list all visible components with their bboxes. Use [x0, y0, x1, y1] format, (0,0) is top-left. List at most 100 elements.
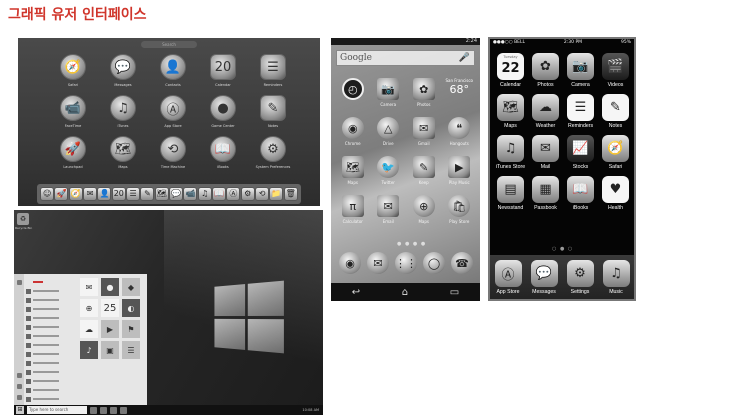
map-icon[interactable]: 🗺 [497, 94, 524, 121]
recycle-bin-icon[interactable]: ♻ [17, 213, 29, 225]
start-list-item[interactable] [26, 305, 80, 313]
dock-app-icon[interactable]: Ⓐ [226, 187, 241, 201]
compass-icon[interactable]: 🧭 [602, 135, 629, 162]
ios-app[interactable]: ♫ iTunes Store [493, 135, 528, 170]
start-list-item[interactable] [26, 368, 80, 376]
launchpad-app[interactable]: ⟲ Time Machine [148, 136, 198, 169]
launchpad-app[interactable]: ⚙ System Preferences [248, 136, 298, 169]
keep-icon[interactable]: ✎ [412, 156, 435, 178]
video-clapper-icon[interactable]: 🎬 [602, 53, 629, 80]
ios-app[interactable]: ♥ Health [598, 176, 633, 211]
calendar-icon[interactable]: 20 [210, 54, 236, 80]
phone-icon[interactable]: ☎ [451, 252, 473, 274]
notepad-icon[interactable]: ✎ [260, 95, 286, 121]
dock-app-icon[interactable]: 📖 [212, 187, 227, 201]
power-icon[interactable] [16, 395, 22, 400]
android-app[interactable]: ▶ Play Music [442, 156, 478, 185]
ios-app[interactable]: Tuesday 22 Calendar [493, 53, 528, 88]
dock-app-icon[interactable]: 👤 [97, 187, 112, 201]
start-list-item[interactable] [26, 359, 80, 367]
launchpad-search-field[interactable]: Search [141, 41, 197, 48]
ios-app[interactable]: ▤ Newsstand [493, 176, 528, 211]
android-app[interactable]: ❝ Hangouts [442, 117, 478, 146]
dock-app-icon[interactable]: ✉ [83, 187, 98, 201]
gear-icon[interactable]: ⚙ [260, 136, 286, 162]
dock-app-icon[interactable]: 📁 [269, 187, 284, 201]
chrome-icon[interactable]: ◉ [341, 117, 364, 139]
messaging-icon[interactable]: ◯ [423, 252, 445, 274]
start-list-item[interactable] [26, 296, 80, 304]
start-list-item[interactable] [26, 395, 80, 403]
launchpad-app[interactable]: 🚀 Launchpad [48, 136, 98, 169]
dock-app-icon[interactable]: ☺ [40, 187, 55, 201]
launchpad-app[interactable]: 📹 FaceTime [48, 95, 98, 128]
play-music-icon[interactable]: ▶ [448, 156, 471, 178]
ios-app[interactable]: 📈 Stocks [563, 135, 598, 170]
file-explorer-icon[interactable] [110, 406, 117, 414]
ios-app[interactable]: ☁ Weather [528, 94, 563, 129]
launchpad-app[interactable]: 📖 iBooks [198, 136, 248, 169]
android-app[interactable]: ✎ Keep [406, 156, 442, 185]
ios-app[interactable]: ▦ Passbook [528, 176, 563, 211]
launchpad-app[interactable]: ● Game Center [198, 95, 248, 128]
camera-icon[interactable]: 📷 [567, 53, 594, 80]
game-center-icon[interactable]: ● [210, 95, 236, 121]
dock-app-icon[interactable]: 🗺 [154, 187, 169, 201]
start-tile[interactable]: ♪ [80, 341, 98, 359]
ios-app[interactable]: 🎬 Videos [598, 53, 633, 88]
start-button-icon[interactable]: ⊞ [16, 406, 24, 414]
start-tile[interactable]: ◆ [122, 278, 140, 296]
map-icon[interactable]: 🗺 [110, 136, 136, 162]
gmail-icon[interactable]: ✉ [367, 252, 389, 274]
passbook-icon[interactable]: ▦ [532, 176, 559, 203]
mail-icon[interactable]: ✉ [412, 117, 435, 139]
dock-app-icon[interactable]: 🚀 [54, 187, 69, 201]
photos-icon[interactable]: ✿ [412, 78, 435, 100]
android-app[interactable]: ✉ Email [371, 195, 407, 224]
ios-app[interactable]: 🗺 Maps [493, 94, 528, 129]
ios-app[interactable]: ☰ Reminders [563, 94, 598, 129]
chat-bubble-icon[interactable]: 💬 [110, 54, 136, 80]
android-app[interactable]: ◴ [335, 78, 371, 107]
contacts-book-icon[interactable]: 👤 [160, 54, 186, 80]
android-app[interactable]: 🐦 Twitter [371, 156, 407, 185]
gear-icon[interactable]: ⚙ [566, 260, 594, 287]
android-app[interactable]: ✿ Photos [406, 78, 442, 107]
dock-app-icon[interactable]: 20 [111, 187, 126, 201]
start-tile[interactable]: ⊕ [80, 299, 98, 317]
back-icon[interactable]: ↩ [352, 287, 360, 298]
android-app[interactable]: △ Drive [371, 117, 407, 146]
drive-icon[interactable]: △ [377, 117, 400, 139]
itunes-icon[interactable]: ♫ [497, 135, 524, 162]
heart-icon[interactable]: ♥ [602, 176, 629, 203]
ios-app[interactable]: 💬 Messages [526, 260, 562, 299]
weather-icon[interactable]: ☁ [532, 94, 559, 121]
rocket-icon[interactable]: 🚀 [60, 136, 86, 162]
checklist-icon[interactable]: ☰ [567, 94, 594, 121]
dock-app-icon[interactable]: 📹 [183, 187, 198, 201]
newsstand-icon[interactable]: ▤ [497, 176, 524, 203]
start-list-item[interactable] [26, 287, 80, 295]
android-app[interactable]: ✉ Gmail [406, 117, 442, 146]
book-icon[interactable]: 📖 [210, 136, 236, 162]
taskbar-search-field[interactable]: Type here to search [27, 406, 87, 414]
start-tile[interactable]: ▶ [101, 320, 119, 338]
email-icon[interactable]: ✉ [377, 195, 400, 217]
start-list-item[interactable] [26, 332, 80, 340]
ios-app[interactable]: 📷 Camera [563, 53, 598, 88]
start-list-item[interactable] [26, 350, 80, 358]
launchpad-app[interactable]: Ⓐ App Store [148, 95, 198, 128]
dock-app-icon[interactable]: ☰ [126, 187, 141, 201]
dock-app-icon[interactable]: ✎ [140, 187, 155, 201]
music-note-icon[interactable]: ♫ [602, 260, 630, 287]
clock-icon[interactable]: ◴ [341, 78, 364, 100]
android-app[interactable]: π Calculator [335, 195, 371, 224]
launchpad-app[interactable]: 👤 Contacts [148, 54, 198, 87]
launchpad-app[interactable]: ♫ iTunes [98, 95, 148, 128]
play-store-icon[interactable]: 🛍 [448, 195, 471, 217]
user-icon[interactable] [16, 373, 22, 378]
launchpad-app[interactable]: 💬 Messages [98, 54, 148, 87]
start-tile[interactable]: ☰ [122, 341, 140, 359]
android-app[interactable]: 🗺 Maps [335, 156, 371, 185]
chrome-icon[interactable]: ◉ [339, 252, 361, 274]
